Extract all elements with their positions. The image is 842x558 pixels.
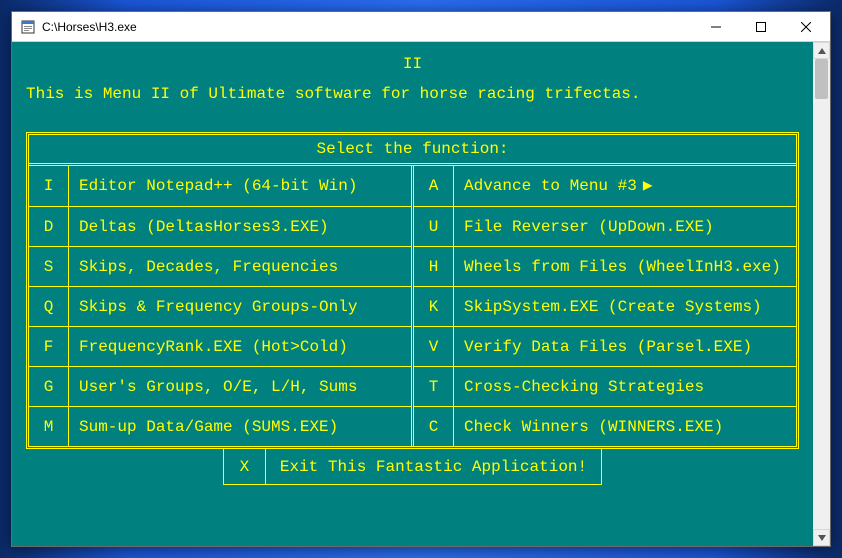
menu-item-key: T xyxy=(414,367,454,406)
app-icon xyxy=(20,19,36,35)
menu-item-desc: Editor Notepad++ (64-bit Win) xyxy=(69,166,411,206)
menu-item-q[interactable]: Q Skips & Frequency Groups-Only xyxy=(29,286,411,326)
exit-row: X Exit This Fantastic Application! xyxy=(26,449,799,485)
menu-item-desc: Sum-up Data/Game (SUMS.EXE) xyxy=(69,407,411,446)
menu-item-desc: SkipSystem.EXE (Create Systems) xyxy=(454,287,796,326)
menu-item-desc: Cross-Checking Strategies xyxy=(454,367,796,406)
menu-item-c[interactable]: C Check Winners (WINNERS.EXE) xyxy=(414,406,796,446)
menu-item-key: S xyxy=(29,247,69,286)
menu-item-desc-text: Advance to Menu #3 xyxy=(464,176,637,196)
menu-item-key: V xyxy=(414,327,454,366)
console-content: II This is Menu II of Ultimate software … xyxy=(12,42,813,546)
menu-item-s[interactable]: S Skips, Decades, Frequencies xyxy=(29,246,411,286)
arrow-right-icon: ▶ xyxy=(643,176,653,196)
window-title: C:\Horses\H3.exe xyxy=(42,20,137,34)
menu-item-desc: User's Groups, O/E, L/H, Sums xyxy=(69,367,411,406)
scroll-up-button[interactable] xyxy=(813,42,830,59)
menu-header: Select the function: xyxy=(29,135,796,166)
intro-text: This is Menu II of Ultimate software for… xyxy=(26,84,799,104)
menu-item-key: M xyxy=(29,407,69,446)
menu-item-desc: Wheels from Files (WheelInH3.exe) xyxy=(454,247,796,286)
scroll-down-button[interactable] xyxy=(813,529,830,546)
menu-item-a[interactable]: A Advance to Menu #3 ▶ xyxy=(414,166,796,206)
menu-item-key: K xyxy=(414,287,454,326)
menu-item-key: I xyxy=(29,166,69,206)
menu-box: Select the function: I Editor Notepad++ … xyxy=(26,132,799,449)
menu-column-right: A Advance to Menu #3 ▶ U File Reverser (… xyxy=(411,166,796,446)
scroll-track[interactable] xyxy=(813,59,830,529)
menu-item-t[interactable]: T Cross-Checking Strategies xyxy=(414,366,796,406)
menu-item-v[interactable]: V Verify Data Files (Parsel.EXE) xyxy=(414,326,796,366)
menu-item-desc: Advance to Menu #3 ▶ xyxy=(454,166,796,206)
menu-item-desc: File Reverser (UpDown.EXE) xyxy=(454,207,796,246)
menu-item-desc: Deltas (DeltasHorses3.EXE) xyxy=(69,207,411,246)
vertical-scrollbar[interactable] xyxy=(813,42,830,546)
minimize-button[interactable] xyxy=(693,13,738,41)
menu-item-x[interactable]: X Exit This Fantastic Application! xyxy=(223,449,602,485)
menu-item-key: F xyxy=(29,327,69,366)
maximize-button[interactable] xyxy=(738,13,783,41)
menu-item-desc: Exit This Fantastic Application! xyxy=(266,449,601,484)
menu-item-g[interactable]: G User's Groups, O/E, L/H, Sums xyxy=(29,366,411,406)
menu-item-d[interactable]: D Deltas (DeltasHorses3.EXE) xyxy=(29,206,411,246)
menu-item-key: H xyxy=(414,247,454,286)
menu-item-h[interactable]: H Wheels from Files (WheelInH3.exe) xyxy=(414,246,796,286)
menu-item-desc: Skips & Frequency Groups-Only xyxy=(69,287,411,326)
menu-item-key: D xyxy=(29,207,69,246)
console-area: II This is Menu II of Ultimate software … xyxy=(12,42,830,546)
app-window: C:\Horses\H3.exe II This is Menu II of U… xyxy=(11,11,831,547)
menu-item-desc: Skips, Decades, Frequencies xyxy=(69,247,411,286)
menu-item-key: G xyxy=(29,367,69,406)
menu-item-key: A xyxy=(414,166,454,206)
menu-item-key: U xyxy=(414,207,454,246)
menu-item-key: X xyxy=(224,449,266,484)
menu-item-i[interactable]: I Editor Notepad++ (64-bit Win) xyxy=(29,166,411,206)
close-button[interactable] xyxy=(783,13,828,41)
menu-item-key: Q xyxy=(29,287,69,326)
menu-item-f[interactable]: F FrequencyRank.EXE (Hot>Cold) xyxy=(29,326,411,366)
menu-columns: I Editor Notepad++ (64-bit Win) D Deltas… xyxy=(29,166,796,446)
menu-number: II xyxy=(26,54,799,74)
menu-item-k[interactable]: K SkipSystem.EXE (Create Systems) xyxy=(414,286,796,326)
menu-item-desc: Check Winners (WINNERS.EXE) xyxy=(454,407,796,446)
menu-item-desc: FrequencyRank.EXE (Hot>Cold) xyxy=(69,327,411,366)
menu-item-key: C xyxy=(414,407,454,446)
titlebar: C:\Horses\H3.exe xyxy=(12,12,830,42)
menu-item-m[interactable]: M Sum-up Data/Game (SUMS.EXE) xyxy=(29,406,411,446)
scroll-thumb[interactable] xyxy=(815,59,828,99)
menu-column-left: I Editor Notepad++ (64-bit Win) D Deltas… xyxy=(29,166,411,446)
menu-item-u[interactable]: U File Reverser (UpDown.EXE) xyxy=(414,206,796,246)
menu-item-desc: Verify Data Files (Parsel.EXE) xyxy=(454,327,796,366)
